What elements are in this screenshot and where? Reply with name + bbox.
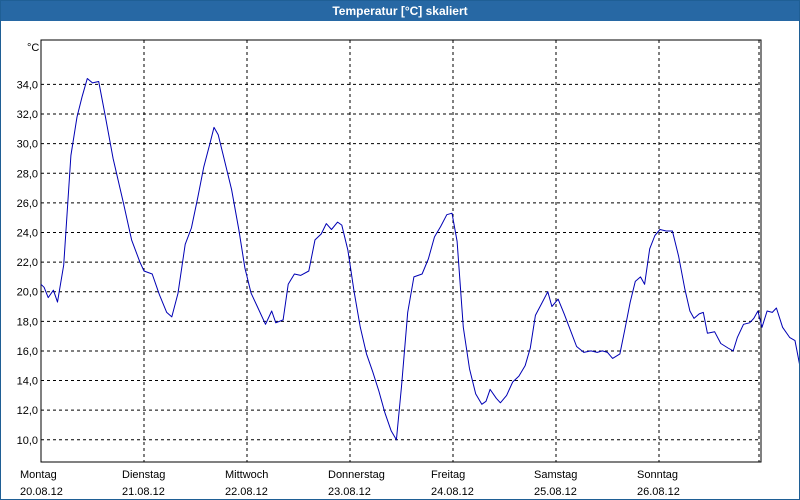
x-tick-date: 22.08.12 [225,486,268,498]
axes [40,39,762,463]
y-tick-label: 32,0 [17,109,38,121]
x-tick-day: Samstag [534,469,577,481]
x-tick-labels: Montag 20.08.12 Dienstag 21.08.12 Mittwoch 22… [20,469,680,498]
temperature-series-line [40,78,799,441]
chart-window: Temperatur [°C] skaliert 10,0 12,0 14,0 16,… [0,0,800,500]
y-tick-label: 20,0 [17,287,38,299]
x-tick-day: Sonntag [637,469,678,481]
x-tick-date: 20.08.12 [20,486,63,498]
y-tick-label: 14,0 [17,376,38,388]
y-tick-labels: 10,0 12,0 14,0 16,0 18,0 20,0 22,0 24,0 26,0 28,0… [17,42,40,447]
y-tick-label: 28,0 [17,168,38,180]
plot-frame [40,39,762,463]
y-tick-label: 18,0 [17,316,38,328]
chart-title: Temperatur [°C] skaliert [1,1,799,21]
x-tick-day: Dienstag [122,469,165,481]
y-axis-unit: °C [27,42,39,54]
y-tick-label: 10,0 [17,435,38,447]
y-tick-label: 22,0 [17,257,38,269]
y-tick-label: 24,0 [17,227,38,239]
x-tick-day: Freitag [431,469,465,481]
y-tick-label: 30,0 [17,139,38,151]
series-layer [40,78,799,441]
x-tick-date: 23.08.12 [328,486,371,498]
x-tick-day: Montag [20,469,57,481]
x-tick-date: 21.08.12 [122,486,165,498]
x-tick-day: Donnerstag [328,469,385,481]
y-tick-label: 12,0 [17,405,38,417]
x-tick-day: Mittwoch [225,469,268,481]
y-tick-label: 34,0 [17,79,38,91]
x-tick-date: 25.08.12 [534,486,577,498]
y-tick-label: 26,0 [17,198,38,210]
x-tick-date: 26.08.12 [637,486,680,498]
temperature-chart: 10,0 12,0 14,0 16,0 18,0 20,0 22,0 24,0 26,0 28,0… [17,39,799,498]
x-tick-date: 24.08.12 [431,486,474,498]
grid-lines [41,40,761,462]
y-tick-label: 16,0 [17,346,38,358]
